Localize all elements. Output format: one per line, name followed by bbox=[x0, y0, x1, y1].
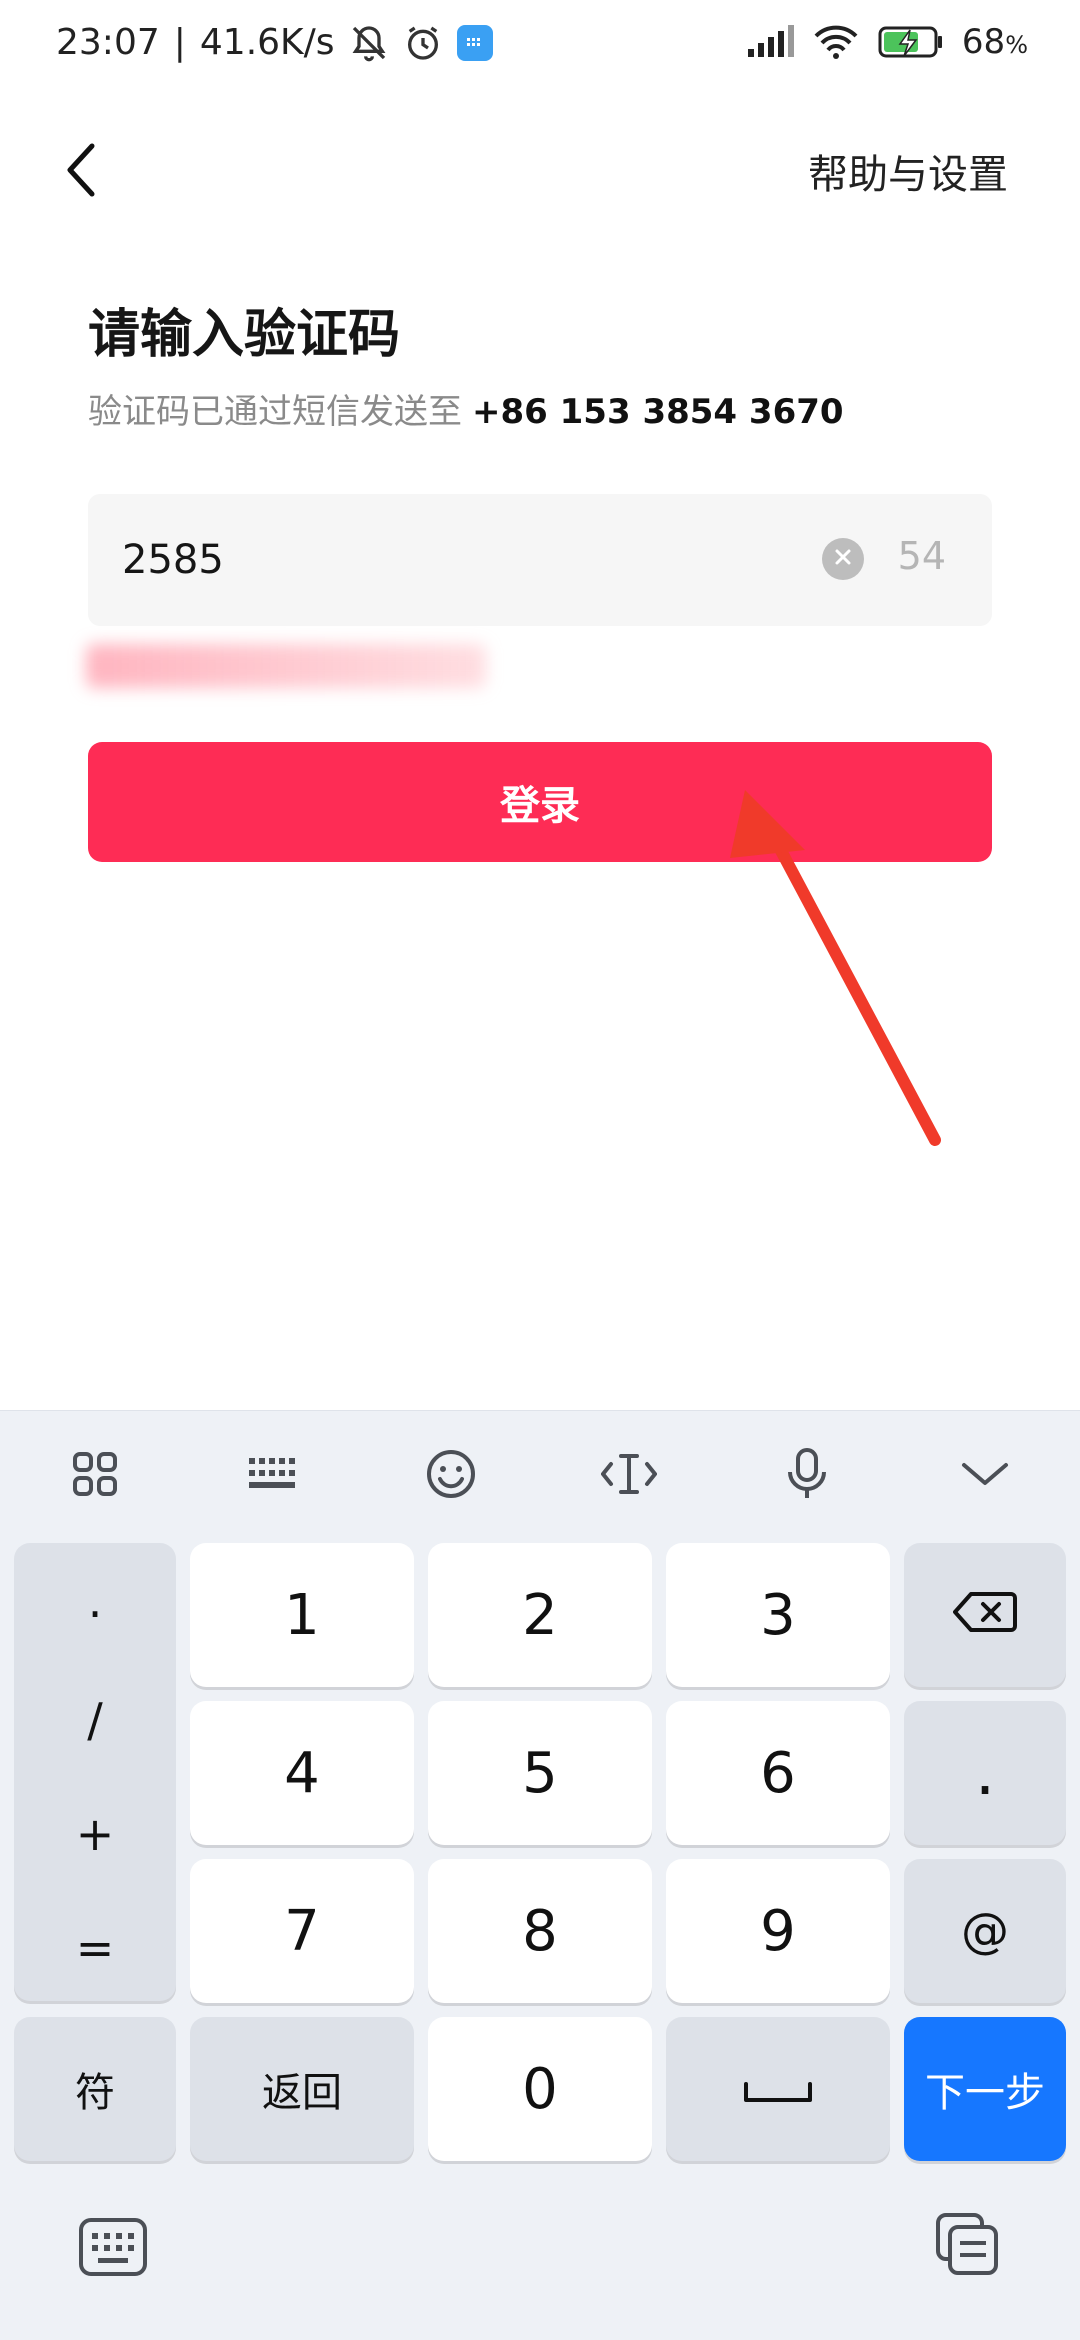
alarm-icon bbox=[403, 23, 443, 63]
back-button[interactable] bbox=[40, 130, 124, 214]
backspace-icon bbox=[953, 1583, 1017, 1648]
symbol-column[interactable]: · / + = bbox=[14, 1543, 176, 2001]
close-icon bbox=[832, 546, 854, 572]
key-7[interactable]: 7 bbox=[190, 1859, 414, 2003]
keyboard-icon[interactable] bbox=[238, 1439, 308, 1509]
key-3[interactable]: 3 bbox=[666, 1543, 890, 1687]
status-separator: | bbox=[173, 22, 186, 63]
chevron-left-icon bbox=[58, 140, 106, 204]
bell-muted-icon bbox=[349, 23, 389, 63]
next-step-key[interactable]: 下一步 bbox=[904, 2017, 1066, 2161]
key-1[interactable]: 1 bbox=[190, 1543, 414, 1687]
clear-input-button[interactable] bbox=[822, 538, 864, 580]
space-key[interactable] bbox=[666, 2017, 890, 2161]
battery-level: 68% bbox=[961, 22, 1028, 62]
symbol-key[interactable]: = bbox=[14, 1921, 176, 1975]
emoji-icon[interactable] bbox=[416, 1439, 486, 1509]
symbol-key[interactable]: + bbox=[14, 1807, 176, 1861]
cursor-icon[interactable] bbox=[594, 1439, 664, 1509]
help-settings-link[interactable]: 帮助与设置 bbox=[808, 142, 1008, 200]
key-9[interactable]: 9 bbox=[666, 1859, 890, 2003]
mic-icon[interactable] bbox=[772, 1439, 842, 1509]
redacted-text bbox=[86, 644, 486, 688]
signal-icon bbox=[746, 25, 794, 59]
annotation-arrow-icon bbox=[730, 790, 941, 1146]
network-speed: 41.6K/s bbox=[199, 22, 335, 63]
code-value: 2585 bbox=[122, 537, 224, 583]
resend-countdown: 54 bbox=[897, 534, 946, 578]
back-key[interactable]: 返回 bbox=[190, 2017, 414, 2161]
status-time: 23:07 bbox=[56, 22, 160, 63]
symbols-key[interactable]: 符 bbox=[14, 2017, 176, 2161]
space-icon bbox=[742, 2057, 814, 2122]
clipboard-icon[interactable] bbox=[934, 2211, 1000, 2277]
symbol-key[interactable]: / bbox=[14, 1693, 176, 1747]
key-8[interactable]: 8 bbox=[428, 1859, 652, 2003]
chevron-down-icon[interactable] bbox=[950, 1439, 1020, 1509]
key-2[interactable]: 2 bbox=[428, 1543, 652, 1687]
wifi-icon bbox=[812, 24, 860, 60]
phone-number: +86 153 3854 3670 bbox=[472, 392, 844, 432]
verification-code-input[interactable]: 2585 54 bbox=[88, 494, 992, 626]
grid-icon[interactable] bbox=[60, 1439, 130, 1509]
key-5[interactable]: 5 bbox=[428, 1701, 652, 1845]
page-subtitle: 验证码已通过短信发送至 +86 153 3854 3670 bbox=[88, 384, 844, 433]
page-title: 请输入验证码 bbox=[88, 305, 401, 365]
numeric-keyboard: · / + = 1 2 3 4 5 6 . 7 8 9 @ 符 返回 0 下一步 bbox=[0, 1410, 1080, 2340]
battery-charging-icon bbox=[878, 24, 944, 60]
keyboard-switch-icon[interactable] bbox=[78, 2217, 148, 2277]
symbol-key[interactable]: · bbox=[14, 1587, 176, 1641]
key-6[interactable]: 6 bbox=[666, 1701, 890, 1845]
keyboard-toolbar bbox=[0, 1411, 1080, 1535]
at-key[interactable]: @ bbox=[904, 1859, 1066, 2003]
app-badge-icon bbox=[456, 24, 493, 61]
dot-key[interactable]: . bbox=[904, 1701, 1066, 1845]
key-0[interactable]: 0 bbox=[428, 2017, 652, 2161]
backspace-key[interactable] bbox=[904, 1543, 1066, 1687]
subtitle-text: 验证码已通过短信发送至 bbox=[88, 392, 462, 432]
status-bar: 23:07 | 41.6K/s 68% bbox=[0, 0, 1080, 96]
key-4[interactable]: 4 bbox=[190, 1701, 414, 1845]
